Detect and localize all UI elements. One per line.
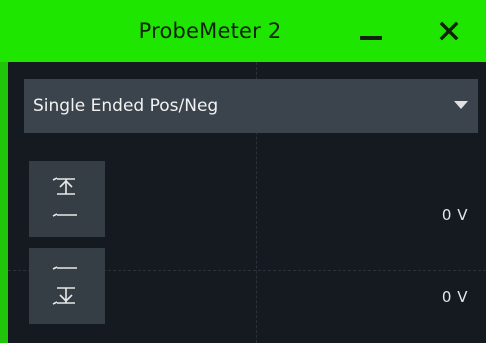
probe-negative-button[interactable] [29,248,105,324]
title-bar[interactable]: ProbeMeter 2 [0,0,486,62]
close-button[interactable] [430,14,470,48]
probe-positive-button[interactable] [29,161,105,237]
caret-down-icon [454,101,468,109]
probe-negative-icon [52,266,77,305]
minimize-button[interactable] [352,14,392,48]
channel-1-reading: 0 V [441,206,468,224]
measurement-mode-value: Single Ended Pos/Neg [33,96,219,116]
meter-panel: Single Ended Pos/Neg 0 V 0 V [8,62,486,343]
measurement-mode-dropdown[interactable]: Single Ended Pos/Neg [24,79,478,133]
window-title: ProbeMeter 2 [138,19,282,43]
channel-2-reading: 0 V [441,288,468,306]
probe-positive-icon [52,177,77,217]
probemeter-window: ProbeMeter 2 Single Ended Pos/Neg 0 V 0 … [0,0,486,343]
close-icon [439,21,459,41]
